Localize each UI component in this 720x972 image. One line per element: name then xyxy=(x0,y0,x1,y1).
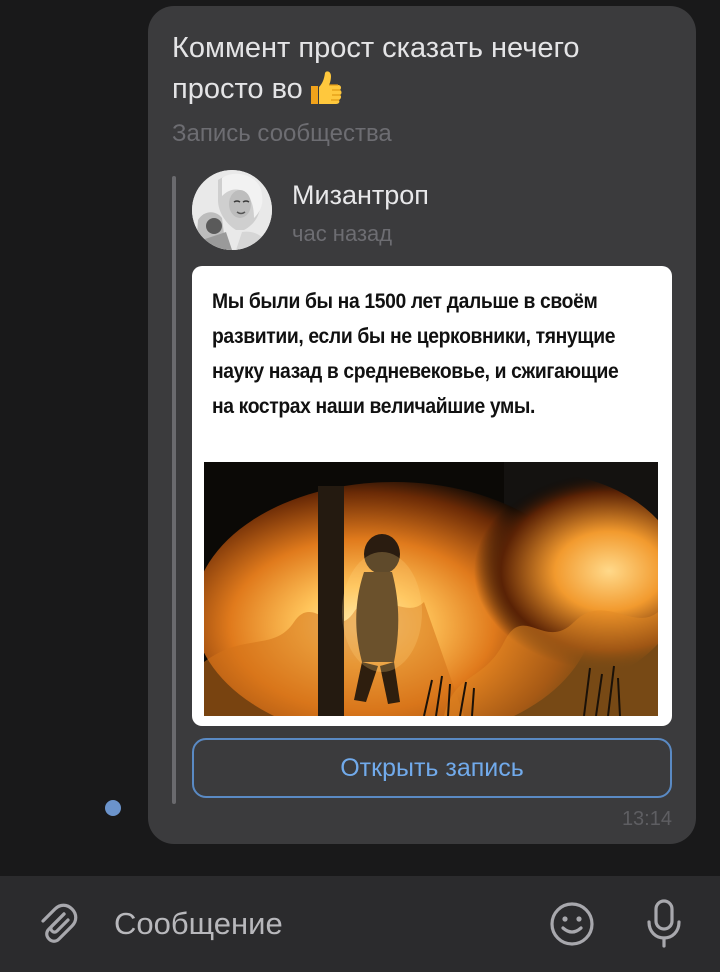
open-post-button[interactable]: Открыть запись xyxy=(192,738,672,798)
smiley-icon[interactable] xyxy=(548,900,596,948)
post-time: час назад xyxy=(292,221,393,246)
message-composer xyxy=(0,876,720,972)
message-text: Коммент прост сказать нечего просто во xyxy=(172,32,580,105)
post-caption: Мы были бы на 1500 лет дальше в своём ра… xyxy=(212,290,619,418)
message-timestamp: 13:14 xyxy=(621,808,672,830)
paperclip-icon[interactable] xyxy=(34,900,82,948)
community-post-label: Запись сообщества xyxy=(172,120,392,147)
post-image[interactable] xyxy=(194,462,672,726)
chat-area: Коммент прост сказать нечего просто во З… xyxy=(0,0,720,876)
repost-quote-bar xyxy=(172,176,176,804)
author-name[interactable]: Мизантроп xyxy=(292,178,429,212)
message-input[interactable] xyxy=(114,902,514,946)
microphone-icon[interactable] xyxy=(640,898,688,950)
author-avatar[interactable] xyxy=(192,170,272,250)
message-text-block: Коммент прост сказать нечего просто во xyxy=(172,28,672,109)
thumbs-up-emoji-icon xyxy=(305,68,345,108)
message-bubble[interactable]: Коммент прост сказать нечего просто во З… xyxy=(148,6,696,844)
post-card[interactable]: Мы были бы на 1500 лет дальше в своём ра… xyxy=(192,266,672,726)
unread-indicator xyxy=(105,800,121,816)
